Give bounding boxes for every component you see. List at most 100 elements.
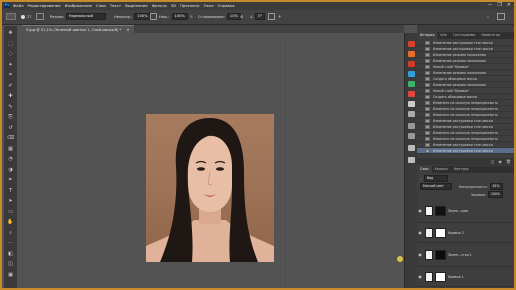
adjustments-icon[interactable] (408, 51, 415, 57)
pressure-size-button[interactable] (268, 13, 275, 20)
history-tab[interactable]: Навигатор (478, 32, 502, 39)
mode-select[interactable]: Нормальный (65, 13, 106, 20)
blur-tool-icon[interactable]: ◔ (7, 156, 14, 162)
marquee-tool-icon[interactable]: ⬚ (7, 41, 14, 47)
canvas-area[interactable] (22, 33, 404, 288)
layer-opacity-input[interactable]: 61% (489, 183, 503, 190)
eye-icon[interactable]: ◉ (417, 230, 423, 235)
brush-size-picker[interactable]: 27 (21, 13, 32, 20)
fg-bg-colors-icon[interactable]: ◧ (7, 251, 14, 257)
layer-opacity-label: Непрозрачность: (459, 184, 488, 189)
eye-icon[interactable]: ◉ (417, 252, 423, 257)
menu-item[interactable]: 3D (171, 3, 176, 8)
opacity-input[interactable]: 100% (134, 13, 151, 20)
layer-row[interactable]: ◉ Кривые 2 (417, 223, 514, 243)
path-select-tool-icon[interactable]: ➤ (7, 198, 14, 204)
portrait-photo[interactable] (146, 114, 274, 262)
menu-item[interactable]: Редактирование (28, 3, 61, 8)
history-tab[interactable]: История (417, 32, 438, 39)
quick-select-tool-icon[interactable]: ✦ (7, 62, 14, 68)
shape-tool-icon[interactable]: ▭ (7, 209, 14, 215)
layer-name: Зелен...ыми (448, 208, 469, 213)
gradient-tool-icon[interactable]: ▦ (7, 146, 14, 152)
layer-mask-thumb[interactable] (435, 271, 446, 282)
lasso-tool-icon[interactable]: ◌ (7, 51, 14, 57)
layer-fill-input[interactable]: 100% (487, 191, 504, 198)
menu-item[interactable]: Фильтр (152, 3, 167, 8)
history-item[interactable]: Изменение растушевки стоп-маски (417, 148, 514, 154)
dodge-tool-icon[interactable]: ◑ (7, 167, 14, 173)
layers-tab[interactable]: Контуры (451, 166, 472, 173)
layers-tab[interactable]: Каналы (432, 166, 451, 173)
brush-panel-button[interactable] (36, 13, 44, 20)
layer-row[interactable]: ◉ Зелен...ыми (417, 199, 514, 223)
layer-filter[interactable]: ⌕ Вид (420, 175, 448, 182)
eraser-tool-icon[interactable]: ⌫ (7, 135, 14, 141)
menu-item[interactable]: Файл (13, 3, 24, 8)
tool-preset-picker[interactable] (6, 13, 16, 20)
color-icon[interactable] (408, 81, 415, 87)
pen-tool-icon[interactable]: ✒ (7, 177, 14, 183)
character-icon[interactable] (408, 101, 415, 107)
edit-toolbar-icon[interactable]: ⋯ (7, 240, 14, 246)
screen-mode-icon[interactable]: ▣ (7, 272, 14, 278)
history-item-label: Создать абзацевые маски (433, 76, 477, 81)
menu-item[interactable]: Справка (218, 3, 235, 8)
close-icon[interactable]: ✕ (127, 28, 130, 32)
hand-tool-icon[interactable]: ✋ (7, 219, 14, 225)
eyedropper-tool-icon[interactable]: ✐ (7, 83, 14, 89)
menu-item[interactable]: Текст (110, 3, 121, 8)
smoothing-settings-button[interactable]: ⚙ (240, 13, 243, 20)
stamp-tool-icon[interactable]: ⎘ (7, 114, 14, 120)
history-tab[interactable]: Гистограмма (450, 32, 479, 39)
snapshot-icon[interactable]: ◫ (491, 158, 495, 165)
minimize-button[interactable]: — (487, 2, 492, 8)
clone-source-icon[interactable] (408, 133, 415, 139)
airbrush-button[interactable]: ✎ (190, 13, 193, 20)
menu-item[interactable]: Просмотр (180, 3, 200, 8)
maximize-button[interactable]: ❐ (497, 2, 501, 8)
angle-input[interactable]: 0° (255, 13, 266, 20)
quick-mask-icon[interactable]: ◫ (7, 261, 14, 267)
eye-icon[interactable]: ◉ (417, 274, 423, 279)
zoom-tool-icon[interactable]: ⌕ (7, 230, 14, 236)
actions-icon[interactable] (408, 145, 415, 151)
layer-mask-thumb[interactable] (435, 227, 446, 238)
properties-icon[interactable] (408, 91, 415, 97)
symmetry-button[interactable]: ⚘ (278, 13, 281, 20)
search-button[interactable]: ⌕ (487, 13, 489, 20)
layer-filter-select[interactable]: Вид (423, 175, 448, 182)
history-panel-tabs: История Info Гистограмма Навигатор (417, 32, 514, 39)
brush-tool-icon[interactable]: ✎ (7, 104, 14, 110)
smoothing-input[interactable]: 10% (226, 13, 241, 20)
brushes-icon[interactable] (408, 123, 415, 129)
swatches-icon[interactable] (408, 71, 415, 77)
menu-item[interactable]: Изображение (65, 3, 92, 8)
pressure-opacity-button[interactable] (150, 13, 157, 20)
blend-mode-select[interactable]: Мягкий свет (420, 183, 452, 190)
libraries-icon[interactable] (408, 41, 415, 47)
history-brush-tool-icon[interactable]: ↺ (7, 125, 14, 131)
eye-icon[interactable]: ◉ (417, 208, 423, 213)
close-button[interactable]: ✕ (507, 2, 511, 8)
layer-mask-thumb[interactable] (435, 249, 446, 260)
menu-item[interactable]: Слои (96, 3, 106, 8)
crop-tool-icon[interactable]: ⌗ (7, 72, 14, 78)
move-tool-icon[interactable]: ✥ (7, 30, 14, 36)
pressure-input[interactable]: 100% (171, 13, 188, 20)
layers-tab[interactable]: Слои (417, 166, 432, 173)
healing-tool-icon[interactable]: ✚ (7, 93, 14, 99)
layer-row[interactable]: ◉ Кривые 1 (417, 267, 514, 287)
workspace-button[interactable] (497, 13, 505, 20)
paragraph-icon[interactable] (408, 111, 415, 117)
menu-item[interactable]: Окно (204, 3, 214, 8)
layer-row[interactable]: ◉ Зелен...стки 1 (417, 243, 514, 267)
history-tab[interactable]: Info (437, 32, 449, 39)
camera-icon[interactable]: ◉ (498, 158, 502, 165)
menu-item[interactable]: Выделение (125, 3, 148, 8)
layer-mask-thumb[interactable] (435, 205, 446, 216)
trash-icon[interactable]: 🗑 (506, 158, 511, 165)
play-icon[interactable] (408, 157, 415, 163)
styles-icon[interactable] (408, 61, 415, 67)
type-tool-icon[interactable]: T (7, 188, 14, 194)
